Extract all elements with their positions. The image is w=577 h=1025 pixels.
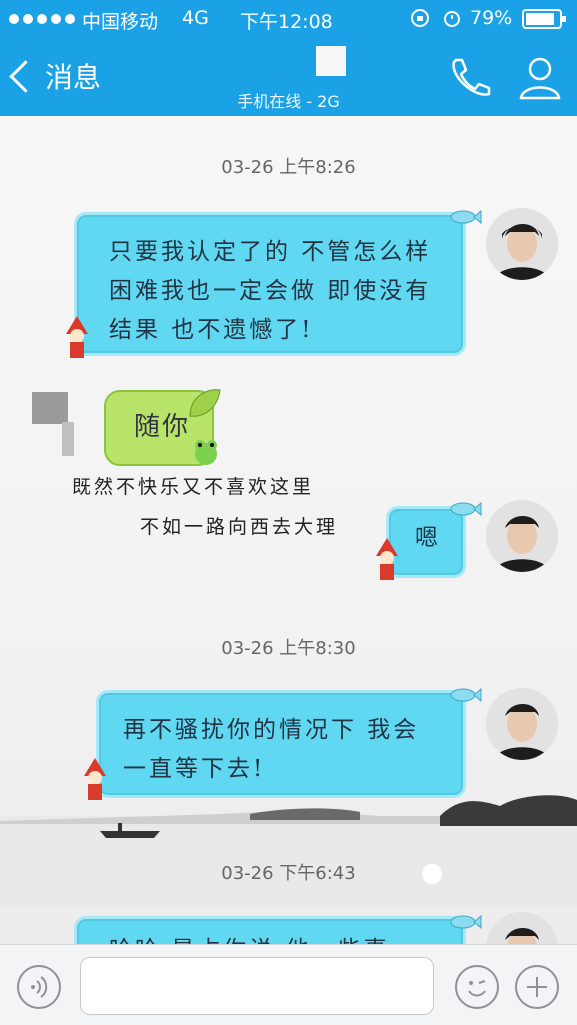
message-input[interactable] [80, 957, 434, 1015]
phone-icon[interactable] [444, 54, 492, 100]
more-button[interactable] [515, 965, 559, 1009]
message-list[interactable]: 03-26 上午8:26 只要我认定了的 不管怎么样困难我也一定会做 即使没有结… [0, 116, 577, 944]
voice-button[interactable] [17, 965, 61, 1009]
user-avatar-image [486, 500, 558, 572]
timestamp: 03-26 上午8:26 [221, 157, 356, 178]
girl-sticker-icon [84, 758, 106, 800]
message-bubble-outgoing[interactable]: 哈哈 是占你说 他一些事 [74, 916, 466, 944]
timestamp: 03-26 上午8:30 [221, 638, 356, 659]
user-avatar-image [486, 208, 558, 280]
girl-sticker-icon [66, 316, 88, 358]
frog-sticker-icon [195, 440, 217, 465]
fish-sticker-icon [450, 914, 482, 930]
bubble-caption: 不如一路向西去大理 [140, 516, 339, 538]
avatar[interactable] [486, 500, 558, 572]
input-toolbar [0, 944, 577, 1025]
clock: 下午12:08 [240, 11, 333, 33]
message-text: 只要我认定了的 不管怎么样困难我也一定会做 即使没有结果 也不遗憾了! [109, 239, 432, 343]
message-text: 哈哈 是占你说 他一些事 [109, 931, 443, 944]
network-type: 4G [182, 7, 209, 29]
message-text: 再不骚扰你的情况下 我会一直等下去! [123, 717, 420, 782]
user-avatar-image [486, 688, 558, 760]
fish-sticker-icon [450, 501, 482, 517]
emoji-button[interactable] [455, 965, 499, 1009]
girl-sticker-icon [376, 538, 398, 580]
voice-icon [31, 976, 48, 998]
chat-header: 消息 手机在线 - 2G [0, 36, 577, 116]
message-text: 随你 [134, 412, 191, 442]
battery-percent: 79% [470, 7, 513, 29]
rotation-lock-icon [411, 9, 429, 27]
fish-sticker-icon [450, 687, 482, 703]
incoming-avatar-redacted[interactable] [32, 392, 68, 424]
profile-icon[interactable] [516, 54, 564, 100]
message-text: 嗯 [415, 525, 441, 551]
timestamp: 03-26 下午6:43 [221, 863, 356, 884]
carrier: 中国移动 [82, 11, 159, 33]
alarm-icon [444, 11, 460, 27]
fish-sticker-icon [450, 209, 482, 225]
contact-name-redacted [316, 46, 346, 76]
battery-icon [522, 9, 566, 29]
message-bubble-outgoing[interactable]: 再不骚扰你的情况下 我会一直等下去! [96, 690, 466, 798]
emoji-icon [468, 980, 486, 997]
status-bar: 中国移动 4G 下午12:08 79% [0, 0, 577, 36]
incoming-avatar-redacted [62, 422, 74, 456]
message-bubble-outgoing[interactable]: 只要我认定了的 不管怎么样困难我也一定会做 即使没有结果 也不遗憾了! [74, 212, 466, 356]
avatar[interactable] [486, 688, 558, 760]
plus-icon [527, 977, 547, 997]
bubble-caption: 既然不快乐又不喜欢这里 [72, 476, 315, 498]
avatar[interactable] [486, 208, 558, 280]
signal-icon [9, 14, 75, 24]
leaf-icon [189, 389, 221, 417]
